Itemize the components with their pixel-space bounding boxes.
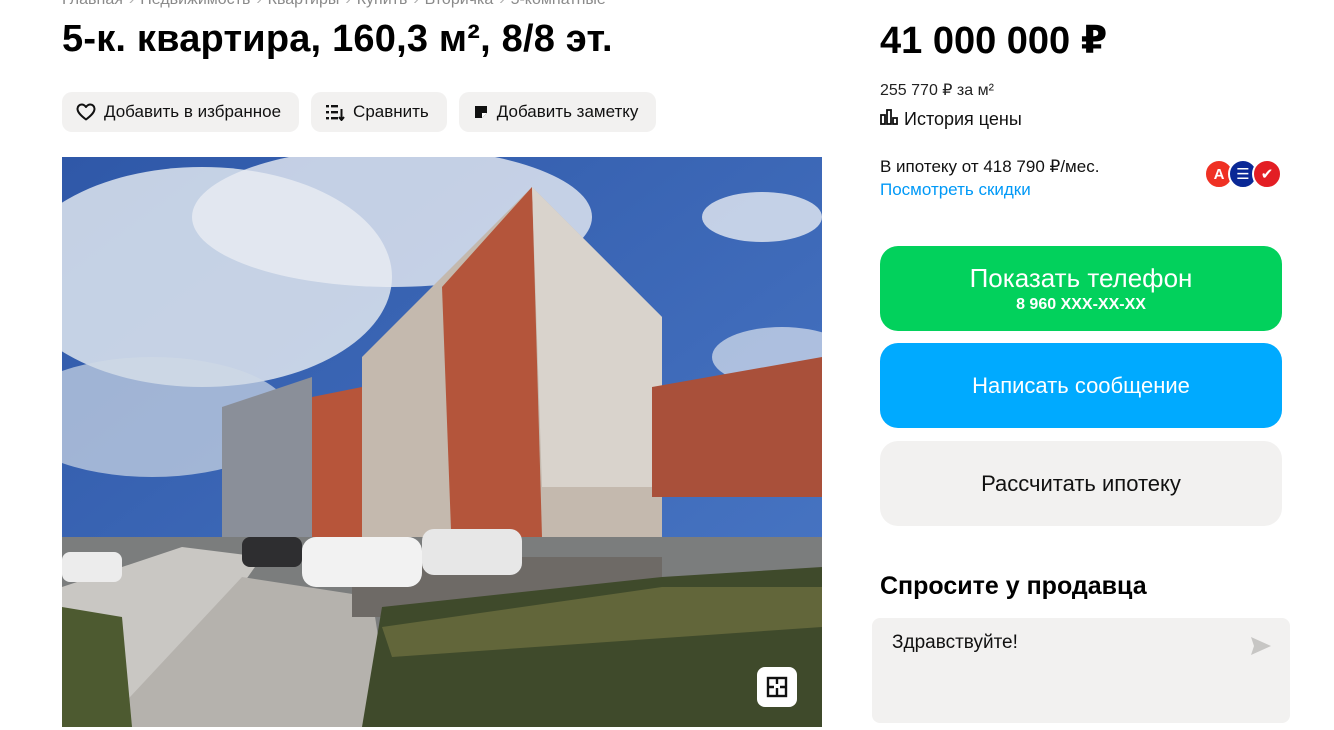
photo-plan-button[interactable] — [757, 667, 797, 707]
add-to-favorites-label: Добавить в избранное — [104, 102, 282, 121]
phone-masked: 8 960 ХХХ-ХХ-ХХ — [1016, 296, 1146, 313]
page-title: 5-к. квартира, 160,3 м², 8/8 эт. — [62, 18, 613, 60]
sovcombank-logo: ✔ — [1252, 159, 1282, 189]
breadcrumb-separator: › — [345, 0, 350, 9]
compare-label: Сравнить — [353, 102, 429, 121]
breadcrumb: Главная › Недвижимость › Квартиры › Купи… — [62, 0, 606, 9]
compare-button[interactable]: Сравнить — [311, 92, 447, 132]
heart-icon — [76, 103, 96, 121]
price-history-label: История цены — [904, 109, 1022, 129]
breadcrumb-item-home[interactable]: Главная — [62, 0, 123, 9]
bank-logos[interactable]: А ☰ ✔ — [1204, 159, 1282, 189]
price-per-m2: 255 770 ₽ за м² — [880, 82, 994, 99]
breadcrumb-item-apartments[interactable]: Квартиры — [268, 0, 340, 9]
note-icon — [473, 104, 489, 120]
send-icon[interactable] — [1250, 636, 1272, 662]
breadcrumb-separator: › — [499, 0, 504, 9]
floor-plan-icon — [766, 676, 788, 698]
building-photo-image — [62, 157, 822, 727]
price-total: 41 000 000 ₽ — [880, 20, 1108, 62]
bar-chart-icon — [880, 109, 898, 130]
listing-photo[interactable] — [62, 157, 822, 727]
price-history-link[interactable]: История цены — [880, 109, 1022, 130]
listing-actions: Добавить в избранное Сравнить Добавить з… — [62, 92, 657, 132]
calculate-mortgage-button[interactable]: Рассчитать ипотеку — [880, 441, 1282, 526]
ask-seller-message-field[interactable]: Здравствуйте! — [872, 618, 1290, 723]
breadcrumb-item-realty[interactable]: Недвижимость — [140, 0, 250, 9]
breadcrumb-separator: › — [129, 0, 134, 9]
view-discounts-link[interactable]: Посмотреть скидки — [880, 180, 1031, 200]
breadcrumb-item-5-rooms[interactable]: 5-комнатные — [511, 0, 606, 9]
compare-icon — [325, 103, 345, 121]
mortgage-offer-text: В ипотеку от 418 790 ₽/мес. — [880, 157, 1100, 176]
breadcrumb-separator: › — [256, 0, 261, 9]
breadcrumb-separator: › — [413, 0, 418, 9]
ask-seller-message-text: Здравствуйте! — [892, 632, 1018, 653]
breadcrumb-item-buy[interactable]: Купить — [357, 0, 408, 9]
ask-seller-heading: Спросите у продавца — [880, 572, 1147, 600]
show-phone-label: Показать телефон — [969, 263, 1193, 293]
breadcrumb-item-secondary[interactable]: Вторичка — [425, 0, 494, 9]
add-note-button[interactable]: Добавить заметку — [458, 92, 657, 132]
write-message-label: Написать сообщение — [972, 372, 1190, 398]
add-to-favorites-button[interactable]: Добавить в избранное — [62, 92, 300, 132]
calculate-mortgage-label: Рассчитать ипотеку — [981, 470, 1181, 496]
show-phone-button[interactable]: Показать телефон 8 960 ХХХ-ХХ-ХХ — [880, 246, 1282, 331]
write-message-button[interactable]: Написать сообщение — [880, 343, 1282, 428]
add-note-label: Добавить заметку — [496, 102, 639, 121]
